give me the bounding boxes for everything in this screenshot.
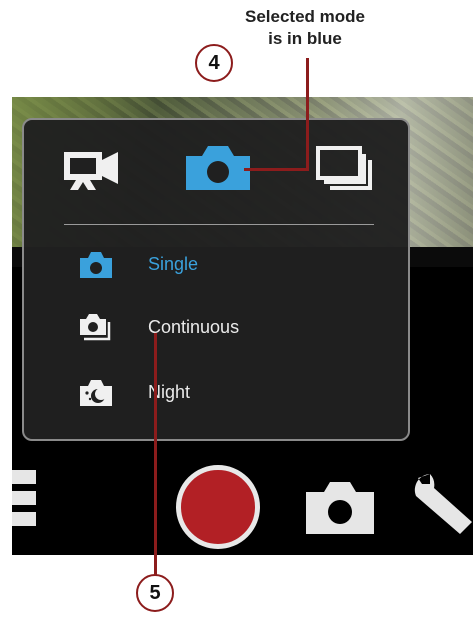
callout-caption: Selected mode is in blue (205, 6, 405, 50)
record-shutter-button[interactable] (176, 465, 260, 549)
night-camera-icon (80, 380, 112, 406)
leader-line-4-up (306, 58, 309, 170)
wrench-settings-icon[interactable] (400, 470, 473, 536)
video-mode-tab[interactable] (62, 148, 120, 190)
mode-item-label: Single (148, 254, 199, 274)
callout-5: 5 (136, 574, 174, 612)
camera-icon (186, 146, 250, 190)
caption-line-1: Selected mode (245, 7, 365, 26)
mode-item-night[interactable]: Night (72, 374, 372, 414)
multi-shot-icon (316, 146, 372, 190)
camera-mode-icon[interactable] (302, 478, 378, 536)
caption-line-2: is in blue (268, 29, 342, 48)
burst-mode-tab[interactable] (316, 146, 374, 194)
continuous-camera-icon (80, 314, 111, 341)
grid-menu-icon[interactable] (12, 470, 38, 532)
mode-menu-panel: Single Continuous Night (22, 118, 410, 441)
callout-4: 4 (195, 44, 233, 82)
mode-item-continuous[interactable]: Continuous (72, 309, 372, 349)
menu-divider (64, 224, 374, 225)
leader-line-4-horizontal (244, 168, 309, 171)
video-camera-icon (64, 152, 118, 190)
photo-mode-tab[interactable] (184, 144, 252, 192)
mode-item-label: Continuous (148, 317, 240, 337)
camera-icon (80, 252, 112, 278)
leader-line-5 (154, 333, 157, 575)
mode-item-single[interactable]: Single (72, 246, 372, 286)
